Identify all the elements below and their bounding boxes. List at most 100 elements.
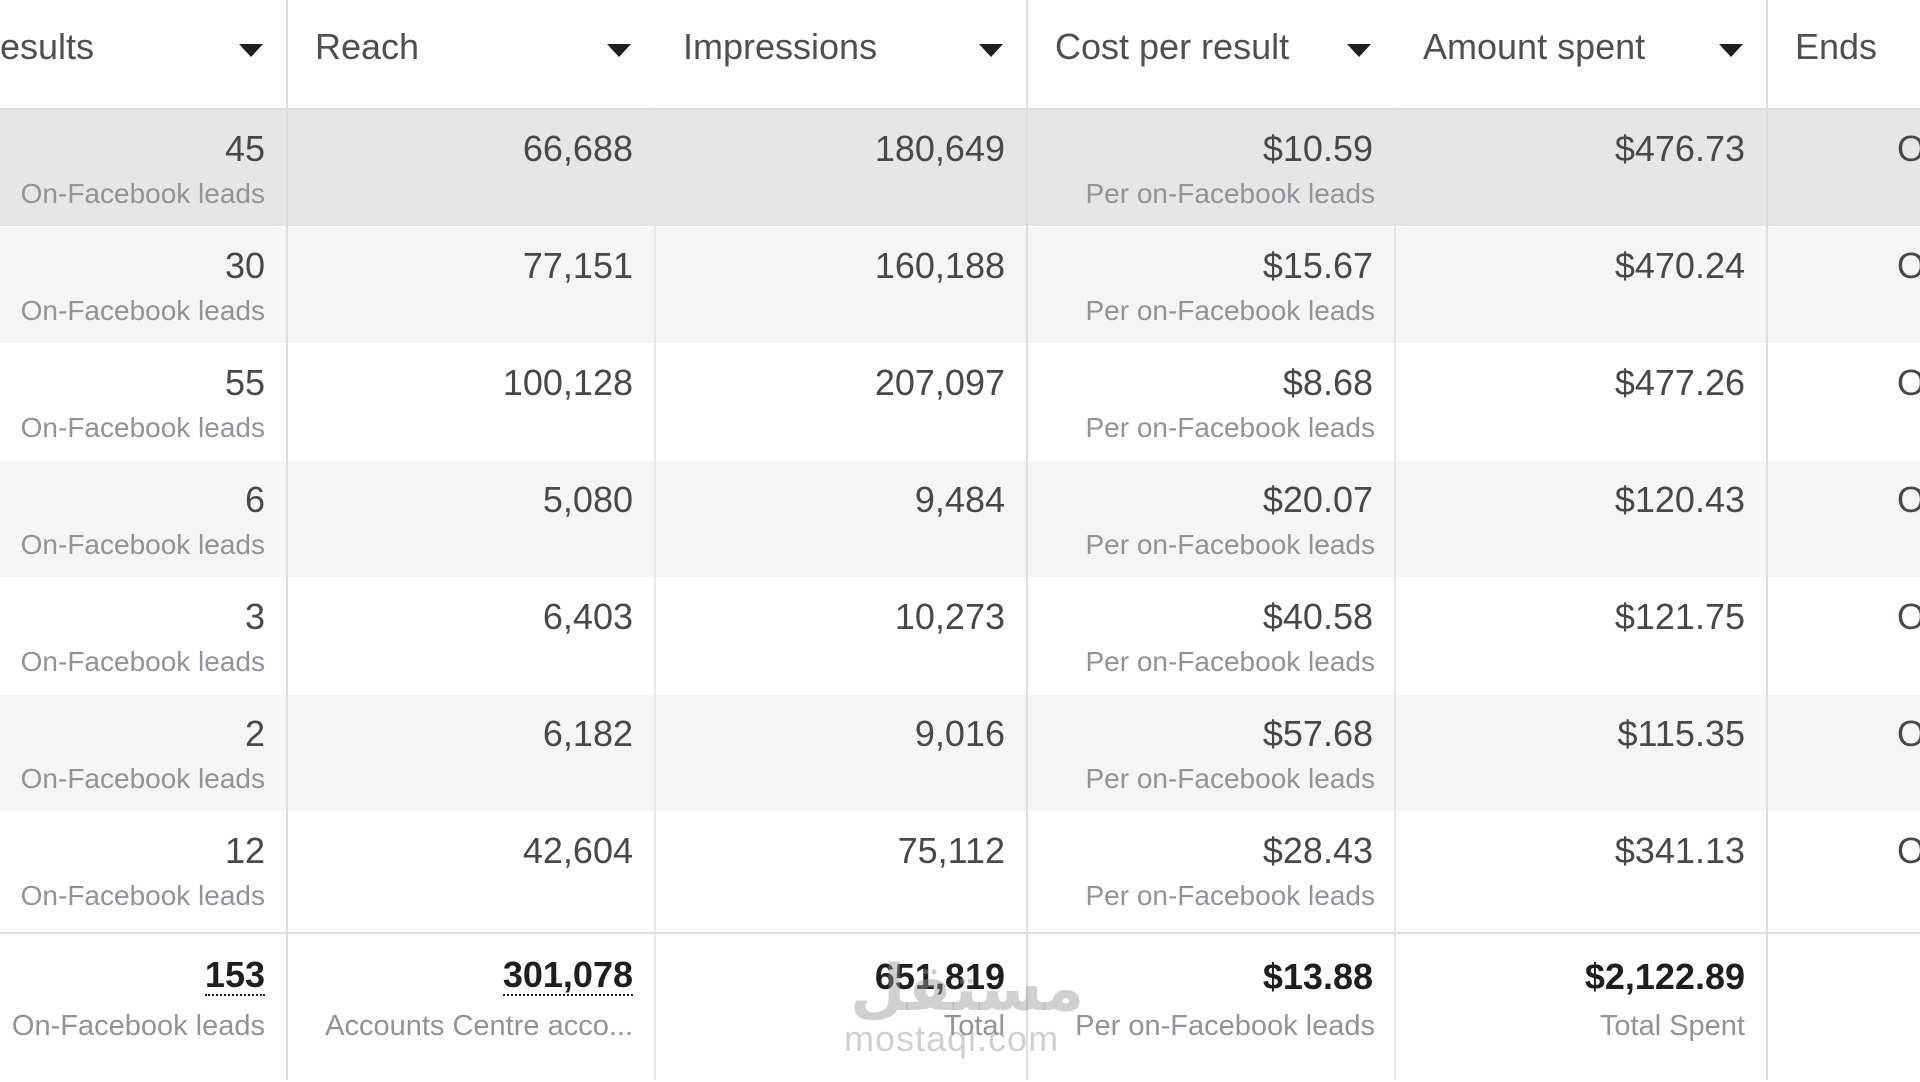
total-reach-type: Accounts Centre acco... bbox=[325, 1010, 633, 1042]
amount-value: $120.43 bbox=[1614, 479, 1745, 520]
cell-ends: O bbox=[1767, 227, 1920, 343]
cell-reach: 5,080 bbox=[287, 461, 655, 577]
cell-reach: 42,604 bbox=[287, 812, 655, 928]
total-reach: 301,078 Accounts Centre acco... bbox=[287, 934, 655, 1082]
cost-type: Per on-Facebook leads bbox=[1085, 529, 1375, 560]
cell-results: 2 On-Facebook leads bbox=[0, 695, 287, 811]
total-cost-type: Per on-Facebook leads bbox=[1075, 1010, 1375, 1042]
cost-type: Per on-Facebook leads bbox=[1085, 412, 1375, 443]
cell-impressions: 180,649 bbox=[655, 110, 1027, 226]
amount-value: $341.13 bbox=[1614, 830, 1745, 871]
table-header: esults Reach Impressions Cost per result… bbox=[0, 0, 1920, 110]
column-header-cost-per-result[interactable]: Cost per result bbox=[1027, 0, 1395, 108]
cell-amount-spent: $477.26 bbox=[1395, 344, 1767, 460]
impressions-value: 180,649 bbox=[874, 128, 1005, 169]
cell-results: 3 On-Facebook leads bbox=[0, 578, 287, 694]
impressions-value: 9,484 bbox=[914, 479, 1005, 520]
column-header-reach[interactable]: Reach bbox=[287, 0, 655, 108]
cost-value: $28.43 bbox=[1262, 830, 1373, 871]
cell-amount-spent: $121.75 bbox=[1395, 578, 1767, 694]
table-row[interactable]: 3 On-Facebook leads 6,403 10,273 $40.58 … bbox=[0, 578, 1920, 694]
table-row[interactable]: 12 On-Facebook leads 42,604 75,112 $28.4… bbox=[0, 812, 1920, 928]
results-type: On-Facebook leads bbox=[20, 529, 265, 560]
cell-impressions: 160,188 bbox=[655, 227, 1027, 343]
amount-value: $121.75 bbox=[1614, 596, 1745, 637]
total-results-value[interactable]: 153 bbox=[204, 956, 265, 996]
cell-cost-per-result: $8.68 Per on-Facebook leads bbox=[1027, 344, 1395, 460]
results-value: 45 bbox=[224, 128, 265, 169]
impressions-value: 75,112 bbox=[897, 830, 1005, 871]
amount-value: $115.35 bbox=[1617, 713, 1745, 754]
impressions-value: 160,188 bbox=[874, 245, 1005, 286]
table-row[interactable]: 30 On-Facebook leads 77,151 160,188 $15.… bbox=[0, 227, 1920, 343]
cost-type: Per on-Facebook leads bbox=[1085, 880, 1375, 911]
ads-report-table: esults Reach Impressions Cost per result… bbox=[0, 0, 1920, 1082]
total-results-type: On-Facebook leads bbox=[11, 1010, 265, 1042]
caret-down-icon[interactable] bbox=[1719, 44, 1743, 57]
totals-row: 153 On-Facebook leads 301,078 Accounts C… bbox=[0, 932, 1920, 1082]
table-row[interactable]: 45 On-Facebook leads 66,688 180,649 $10.… bbox=[0, 110, 1920, 226]
cell-impressions: 75,112 bbox=[655, 812, 1027, 928]
total-impressions-type: Total bbox=[943, 1010, 1005, 1042]
table-row[interactable]: 55 On-Facebook leads 100,128 207,097 $8.… bbox=[0, 344, 1920, 460]
amount-value: $477.26 bbox=[1614, 362, 1745, 403]
cell-ends: O bbox=[1767, 695, 1920, 811]
total-amount-type: Total Spent bbox=[1599, 1010, 1745, 1042]
column-divider[interactable] bbox=[1394, 110, 1396, 1080]
ends-value: O bbox=[1897, 245, 1920, 286]
results-type: On-Facebook leads bbox=[20, 646, 265, 677]
column-header-ends[interactable]: Ends bbox=[1767, 0, 1920, 108]
reach-value: 6,403 bbox=[542, 596, 633, 637]
table-row[interactable]: 6 On-Facebook leads 5,080 9,484 $20.07 P… bbox=[0, 461, 1920, 577]
caret-down-icon[interactable] bbox=[239, 44, 263, 57]
cell-amount-spent: $470.24 bbox=[1395, 227, 1767, 343]
ends-value: O bbox=[1897, 830, 1920, 871]
total-cost-per-result: $13.88 Per on-Facebook leads bbox=[1027, 934, 1395, 1082]
ends-value: O bbox=[1897, 713, 1920, 754]
results-value: 12 bbox=[224, 830, 265, 871]
cell-cost-per-result: $20.07 Per on-Facebook leads bbox=[1027, 461, 1395, 577]
total-amount-value: $2,122.89 bbox=[1584, 956, 1745, 997]
table-row[interactable]: 2 On-Facebook leads 6,182 9,016 $57.68 P… bbox=[0, 695, 1920, 811]
results-value: 3 bbox=[244, 596, 265, 637]
column-divider[interactable] bbox=[654, 110, 656, 1080]
cell-results: 30 On-Facebook leads bbox=[0, 227, 287, 343]
column-header-results[interactable]: esults bbox=[0, 0, 287, 108]
cell-amount-spent: $120.43 bbox=[1395, 461, 1767, 577]
column-header-label: Ends bbox=[1795, 26, 1878, 67]
cell-amount-spent: $476.73 bbox=[1395, 110, 1767, 226]
results-type: On-Facebook leads bbox=[20, 178, 265, 209]
cell-cost-per-result: $40.58 Per on-Facebook leads bbox=[1027, 578, 1395, 694]
column-header-label: Amount spent bbox=[1423, 26, 1646, 67]
cell-impressions: 9,016 bbox=[655, 695, 1027, 811]
caret-down-icon[interactable] bbox=[1347, 44, 1371, 57]
caret-down-icon[interactable] bbox=[607, 44, 631, 57]
total-cost-value: $13.88 bbox=[1262, 956, 1373, 997]
total-impressions-value: 651,819 bbox=[874, 956, 1005, 997]
reach-value: 5,080 bbox=[542, 479, 633, 520]
cell-amount-spent: $115.35 bbox=[1395, 695, 1767, 811]
reach-value: 42,604 bbox=[522, 830, 633, 871]
column-header-amount-spent[interactable]: Amount spent bbox=[1395, 0, 1767, 108]
impressions-value: 207,097 bbox=[874, 362, 1005, 403]
cell-ends: O bbox=[1767, 812, 1920, 928]
total-reach-value[interactable]: 301,078 bbox=[502, 956, 633, 996]
cell-reach: 6,182 bbox=[287, 695, 655, 811]
cell-reach: 100,128 bbox=[287, 344, 655, 460]
column-divider[interactable] bbox=[1766, 0, 1768, 1080]
reach-value: 100,128 bbox=[502, 362, 633, 403]
results-value: 6 bbox=[244, 479, 265, 520]
cell-impressions: 10,273 bbox=[655, 578, 1027, 694]
cell-cost-per-result: $10.59 Per on-Facebook leads bbox=[1027, 110, 1395, 226]
cost-value: $20.07 bbox=[1262, 479, 1373, 520]
column-header-impressions[interactable]: Impressions bbox=[655, 0, 1027, 108]
cell-cost-per-result: $15.67 Per on-Facebook leads bbox=[1027, 227, 1395, 343]
cell-results: 6 On-Facebook leads bbox=[0, 461, 287, 577]
cell-reach: 6,403 bbox=[287, 578, 655, 694]
column-divider[interactable] bbox=[1026, 0, 1028, 1080]
ends-value: O bbox=[1897, 479, 1920, 520]
impressions-value: 9,016 bbox=[914, 713, 1005, 754]
cell-ends: O bbox=[1767, 110, 1920, 226]
column-divider[interactable] bbox=[286, 0, 288, 1080]
caret-down-icon[interactable] bbox=[979, 44, 1003, 57]
